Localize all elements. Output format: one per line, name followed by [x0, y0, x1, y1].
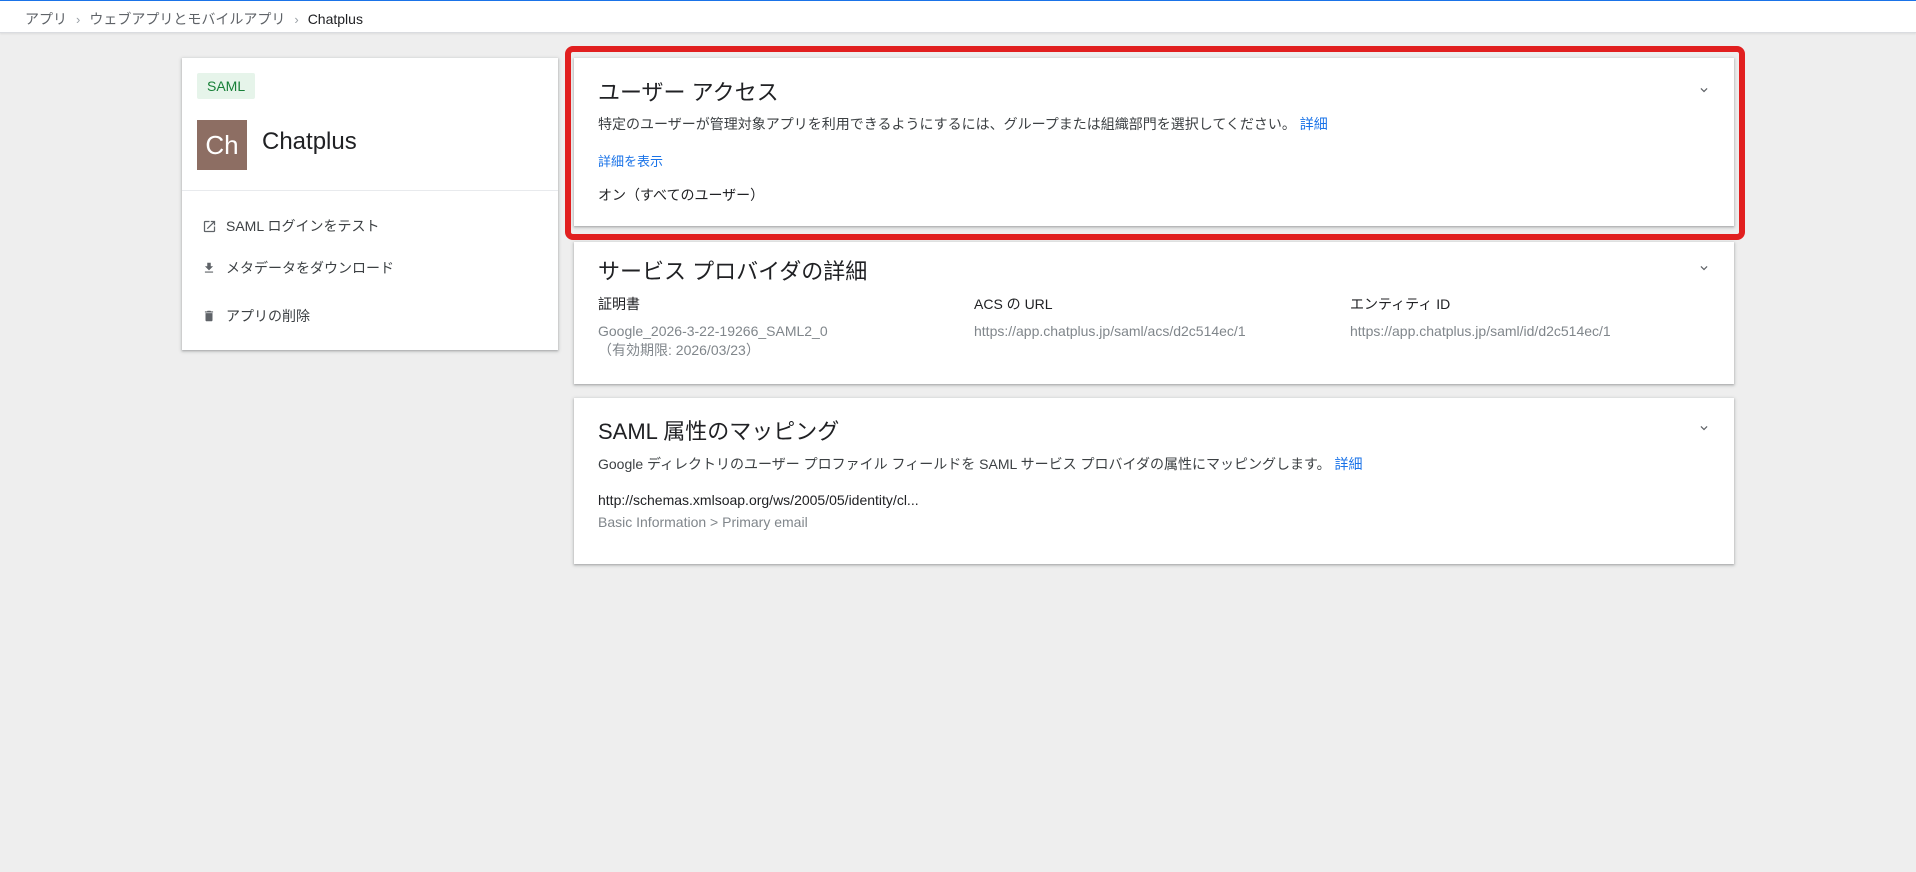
chevron-down-icon[interactable] — [1692, 416, 1716, 440]
service-provider-card[interactable]: サービス プロバイダの詳細 証明書 Google_2026-3-22-19266… — [574, 242, 1734, 384]
attribute-mapped-field: Basic Information > Primary email — [598, 514, 808, 530]
test-saml-login-button[interactable]: SAML ログインをテスト — [182, 208, 558, 244]
section-description: Google ディレクトリのユーザー プロファイル フィールドを SAML サー… — [598, 454, 1362, 474]
attribute-mapping-card[interactable]: SAML 属性のマッピング Google ディレクトリのユーザー プロファイル … — [574, 398, 1734, 564]
acs-url-field: ACS の URL https://app.chatplus.jp/saml/a… — [974, 294, 1246, 341]
chevron-down-icon[interactable] — [1692, 256, 1716, 280]
learn-more-link[interactable]: 詳細 — [1334, 456, 1362, 472]
breadcrumb-current: Chatplus — [307, 11, 363, 27]
top-bar: アプリ › ウェブアプリとモバイルアプリ › Chatplus — [0, 0, 1916, 33]
chevron-right-icon: › — [294, 11, 299, 27]
section-title: SAML 属性のマッピング — [598, 419, 840, 444]
trash-icon — [201, 308, 217, 324]
acs-url-value: https://app.chatplus.jp/saml/acs/d2c514e… — [974, 323, 1246, 339]
chevron-down-icon[interactable] — [1692, 78, 1716, 102]
section-title: サービス プロバイダの詳細 — [598, 259, 868, 284]
entity-id-field: エンティティ ID https://app.chatplus.jp/saml/i… — [1350, 294, 1611, 341]
saml-badge: SAML — [197, 73, 256, 99]
download-metadata-button[interactable]: メタデータをダウンロード — [182, 250, 558, 286]
menu-item-label: アプリの削除 — [226, 308, 310, 324]
entity-id-label: エンティティ ID — [1350, 296, 1451, 312]
breadcrumb: アプリ › ウェブアプリとモバイルアプリ › Chatplus — [25, 9, 363, 29]
app-avatar: Ch — [197, 120, 247, 170]
section-description: 特定のユーザーが管理対象アプリを利用できるようにするには、グループまたは組織部門… — [598, 114, 1328, 134]
menu-item-label: SAML ログインをテスト — [226, 218, 380, 234]
acs-url-label: ACS の URL — [974, 296, 1053, 312]
divider — [182, 190, 558, 191]
entity-id-value: https://app.chatplus.jp/saml/id/d2c514ec… — [1350, 323, 1611, 339]
show-details-link[interactable]: 詳細を表示 — [598, 151, 663, 170]
description-text: Google ディレクトリのユーザー プロファイル フィールドを SAML サー… — [598, 456, 1331, 472]
certificate-value: Google_2026-3-22-19266_SAML2_0 — [598, 323, 828, 339]
access-status: オン（すべてのユーザー） — [598, 187, 765, 203]
download-icon — [201, 260, 217, 276]
attribute-name: http://schemas.xmlsoap.org/ws/2005/05/id… — [598, 492, 919, 508]
breadcrumb-apps[interactable]: アプリ — [25, 9, 67, 29]
open-in-new-icon — [201, 218, 217, 234]
section-title: ユーザー アクセス — [598, 80, 779, 105]
learn-more-link[interactable]: 詳細 — [1300, 116, 1328, 132]
certificate-expiry: （有効期限: 2026/03/23） — [598, 342, 760, 358]
menu-item-label: メタデータをダウンロード — [226, 260, 394, 276]
chevron-right-icon: › — [76, 11, 81, 27]
description-text: 特定のユーザーが管理対象アプリを利用できるようにするには、グループまたは組織部門… — [598, 116, 1296, 132]
certificate-field: 証明書 Google_2026-3-22-19266_SAML2_0 （有効期限… — [598, 294, 828, 360]
delete-app-button[interactable]: アプリの削除 — [182, 298, 558, 334]
certificate-label: 証明書 — [598, 296, 640, 312]
app-summary-card: SAML Ch Chatplus SAML ログインをテスト メタデータをダウン… — [182, 58, 558, 350]
user-access-card[interactable]: ユーザー アクセス 特定のユーザーが管理対象アプリを利用できるようにするには、グ… — [574, 58, 1734, 226]
breadcrumb-web-mobile-apps[interactable]: ウェブアプリとモバイルアプリ — [89, 9, 285, 29]
app-name: Chatplus — [262, 128, 357, 155]
